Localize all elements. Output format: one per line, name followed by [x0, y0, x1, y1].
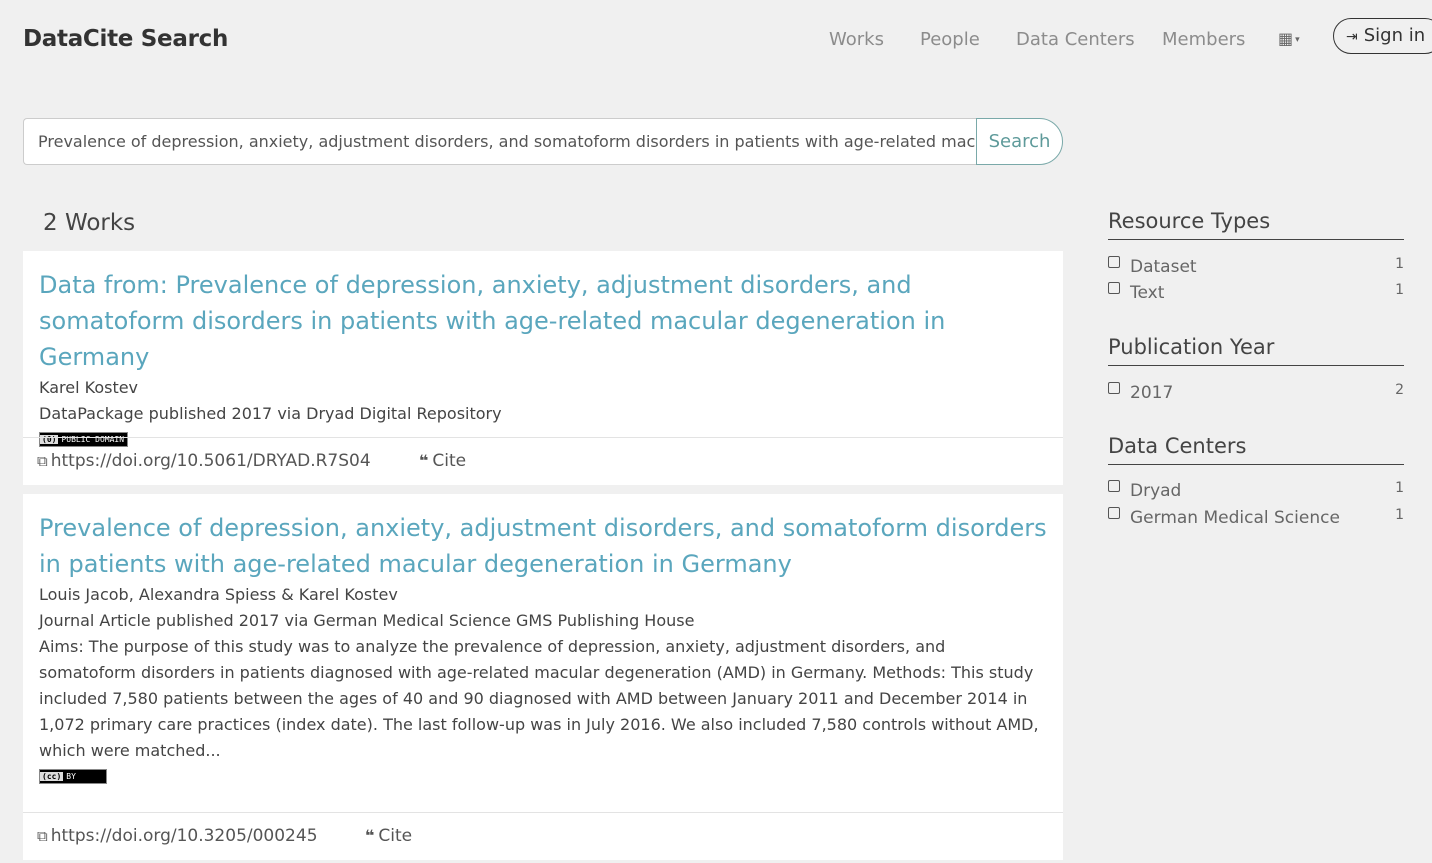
- search-button[interactable]: Search: [976, 118, 1063, 165]
- facet-item-text[interactable]: Text 1: [1108, 280, 1404, 306]
- result-published: Journal Article published 2017 via Germa…: [39, 611, 695, 630]
- sign-in-button[interactable]: ⇥ Sign in: [1333, 18, 1432, 54]
- facet-heading-data-centers: Data Centers: [1108, 434, 1404, 465]
- facet-count: 1: [1395, 480, 1404, 496]
- cite-button[interactable]: ❝ Cite: [419, 451, 466, 471]
- result-footer: ⧉ https://doi.org/10.5061/DRYAD.R7S04 ❝ Ci…: [23, 437, 1063, 485]
- checkbox-icon: [1108, 256, 1120, 268]
- cc-icon: (cc): [40, 772, 64, 781]
- external-link-icon: ⧉: [37, 827, 48, 845]
- quote-icon: ❝: [419, 451, 429, 470]
- nav-works[interactable]: Works: [829, 29, 884, 50]
- search-bar: Search: [23, 118, 1063, 165]
- facet-count: 1: [1395, 507, 1404, 523]
- cite-button[interactable]: ❝ Cite: [365, 826, 412, 846]
- facet-item-dataset[interactable]: Dataset 1: [1108, 254, 1404, 280]
- nav-people[interactable]: People: [920, 29, 980, 50]
- search-input[interactable]: [23, 118, 977, 165]
- top-navbar: DataCite Search Works People Data Center…: [0, 0, 1432, 80]
- nav-data-centers[interactable]: Data Centers: [1016, 29, 1135, 50]
- result-title-link[interactable]: Prevalence of depression, anxiety, adjus…: [39, 510, 1047, 582]
- sign-in-icon: ⇥: [1346, 29, 1358, 45]
- facet-item-dryad[interactable]: Dryad 1: [1108, 478, 1404, 504]
- facet-heading-resource-types: Resource Types: [1108, 209, 1404, 240]
- quote-icon: ❝: [365, 826, 375, 845]
- doi-link[interactable]: ⧉ https://doi.org/10.5061/DRYAD.R7S04: [37, 451, 371, 471]
- result-description: Aims: The purpose of this study was to a…: [39, 637, 1039, 760]
- sign-in-label: Sign in: [1363, 25, 1426, 46]
- checkbox-icon: [1108, 382, 1120, 394]
- result-card: Data from: Prevalence of depression, anx…: [23, 251, 1063, 485]
- facet-item-2017[interactable]: 2017 2: [1108, 380, 1404, 406]
- facet-heading-publication-year: Publication Year: [1108, 335, 1404, 366]
- facet-count: 1: [1395, 256, 1404, 272]
- checkbox-icon: [1108, 480, 1120, 492]
- result-authors: Karel Kostev: [39, 378, 139, 397]
- caret-down-icon: ▾: [1295, 34, 1300, 45]
- license-badge-cc-by[interactable]: (cc) BY: [39, 769, 107, 784]
- facet-count: 1: [1395, 282, 1404, 298]
- result-footer: ⧉ https://doi.org/10.3205/000245 ❝ Cite: [23, 812, 1063, 860]
- checkbox-icon: [1108, 507, 1120, 519]
- result-card: Prevalence of depression, anxiety, adjus…: [23, 494, 1063, 860]
- facet-item-german-medical-science[interactable]: German Medical Science 1: [1108, 505, 1404, 531]
- facet-count: 2: [1395, 382, 1404, 398]
- result-title-link[interactable]: Data from: Prevalence of depression, anx…: [39, 267, 1047, 375]
- grid-icon: ▦: [1278, 29, 1294, 48]
- external-link-icon: ⧉: [37, 452, 48, 470]
- brand-logo-text[interactable]: DataCite Search: [23, 26, 228, 52]
- apps-menu-button[interactable]: ▦ ▾: [1278, 29, 1300, 48]
- nav-members[interactable]: Members: [1162, 29, 1245, 50]
- result-authors: Louis Jacob, Alexandra Spiess & Karel Ko…: [39, 585, 398, 604]
- results-count: 2 Works: [43, 210, 136, 236]
- result-published: DataPackage published 2017 via Dryad Dig…: [39, 404, 502, 423]
- doi-link[interactable]: ⧉ https://doi.org/10.3205/000245: [37, 826, 318, 846]
- checkbox-icon: [1108, 282, 1120, 294]
